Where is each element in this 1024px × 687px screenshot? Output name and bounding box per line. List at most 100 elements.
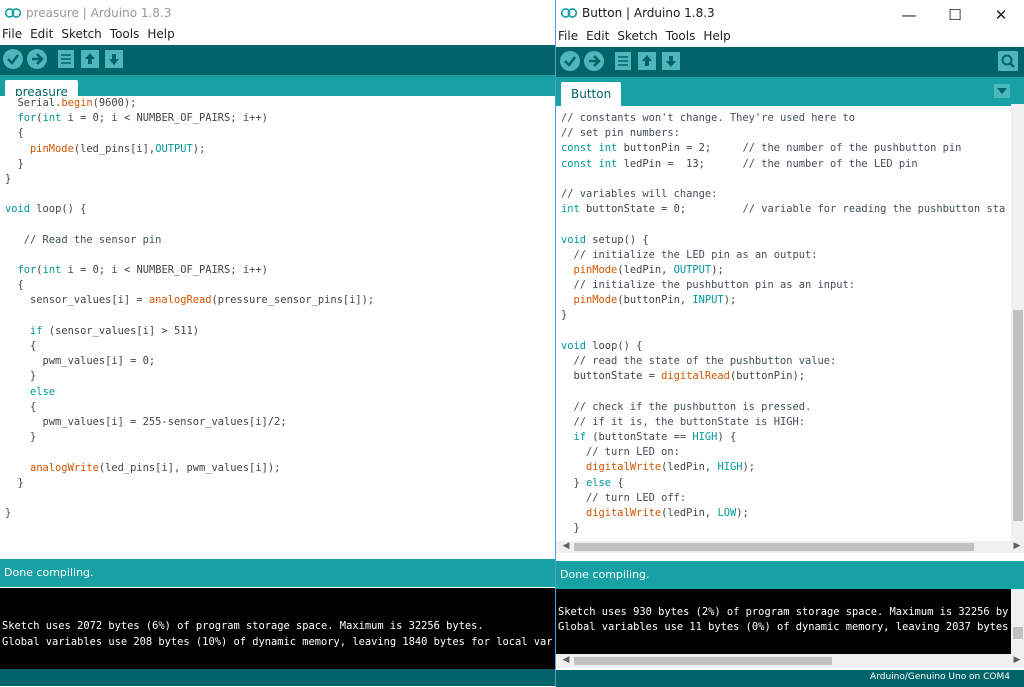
scrollbar-thumb[interactable] (1013, 627, 1023, 639)
code-line[interactable]: } (0, 506, 555, 521)
code-line[interactable] (0, 309, 555, 324)
code-line[interactable]: if (sensor_values[i] > 511) (0, 324, 555, 339)
code-line[interactable]: void loop() { (556, 339, 1011, 354)
code-line[interactable]: const int ledPin = 13; // the number of … (556, 157, 1011, 172)
editor-horizontal-scrollbar[interactable]: ◀ ▶ (556, 541, 1024, 553)
code-line[interactable]: { (0, 278, 555, 293)
scroll-right-icon[interactable]: ▶ (1009, 655, 1024, 665)
upload-icon[interactable] (584, 51, 604, 71)
menu-file[interactable]: File (558, 29, 578, 43)
menu-tools[interactable]: Tools (666, 29, 696, 43)
code-line[interactable] (0, 491, 555, 506)
code-line[interactable] (556, 384, 1011, 399)
code-line[interactable]: pinMode(led_pins[i],OUTPUT); (0, 142, 555, 157)
new-icon[interactable] (613, 51, 633, 71)
code-line[interactable]: const int buttonPin = 2; // the number o… (556, 141, 1011, 156)
code-line[interactable] (0, 248, 555, 263)
code-line[interactable]: // initialize the pushbutton pin as an i… (556, 278, 1011, 293)
code-line[interactable] (0, 218, 555, 233)
code-line[interactable]: } (556, 308, 1011, 323)
code-line[interactable]: // if it is, the buttonState is HIGH: (556, 415, 1011, 430)
verify-icon[interactable] (560, 51, 580, 71)
tab-menu-chevron-icon[interactable] (994, 84, 1010, 98)
code-line[interactable]: void loop() { (0, 202, 555, 217)
code-line[interactable]: } (556, 521, 1011, 536)
code-line[interactable] (556, 324, 1011, 339)
code-line[interactable]: // check if the pushbutton is pressed. (556, 400, 1011, 415)
code-line[interactable]: if (buttonState == HIGH) { (556, 430, 1011, 445)
console-horizontal-scrollbar[interactable]: ◀ ▶ (556, 654, 1024, 668)
code-line[interactable]: sensor_values[i] = analogRead(pressure_s… (0, 293, 555, 308)
menu-edit[interactable]: Edit (586, 29, 609, 43)
scroll-right-icon[interactable]: ▶ (1009, 541, 1024, 551)
code-line[interactable]: { (0, 400, 555, 415)
code-line[interactable]: else (0, 385, 555, 400)
code-line[interactable]: } else { (556, 476, 1011, 491)
code-line[interactable]: for(int i = 0; i < NUMBER_OF_PAIRS; i++) (0, 111, 555, 126)
code-line[interactable]: pwm_values[i] = 0; (0, 354, 555, 369)
scroll-left-icon[interactable]: ◀ (558, 655, 574, 665)
code-line[interactable]: pinMode(ledPin, OUTPUT); (556, 263, 1011, 278)
serial-monitor-icon[interactable] (998, 51, 1018, 71)
code-line[interactable]: for(int i = 0; i < NUMBER_OF_PAIRS; i++) (0, 263, 555, 278)
menu-sketch[interactable]: Sketch (617, 29, 657, 43)
code-line[interactable]: // variables will change: (556, 187, 1011, 202)
menu-file[interactable]: File (2, 27, 22, 41)
scrollbar-thumb[interactable] (574, 543, 974, 551)
console-line: Sketch uses 2072 bytes (6%) of program s… (2, 620, 484, 632)
code-line[interactable]: } (0, 369, 555, 384)
code-line[interactable]: } (0, 172, 555, 187)
code-line[interactable]: pwm_values[i] = 255-sensor_values[i]/2; (0, 415, 555, 430)
code-line[interactable]: { (0, 126, 555, 141)
minimize-button[interactable]: — (886, 0, 932, 30)
code-line[interactable]: // read the state of the pushbutton valu… (556, 354, 1011, 369)
code-line[interactable]: { (0, 339, 555, 354)
status-bar: Done compiling. (556, 561, 1024, 589)
code-line[interactable]: int buttonState = 0; // variable for rea… (556, 202, 1011, 217)
code-line[interactable]: } (0, 476, 555, 491)
code-editor[interactable]: Serial.begin(9600); for(int i = 0; i < N… (0, 96, 555, 548)
scroll-left-icon[interactable]: ◀ (558, 541, 574, 551)
scrollbar-thumb[interactable] (574, 657, 832, 665)
code-line[interactable]: buttonState = digitalRead(buttonPin); (556, 369, 1011, 384)
code-line[interactable]: // Read the sensor pin (0, 233, 555, 248)
menu-tools[interactable]: Tools (110, 27, 140, 41)
upload-icon[interactable] (27, 49, 47, 69)
menu-sketch[interactable]: Sketch (61, 27, 101, 41)
code-line[interactable]: void setup() { (556, 233, 1011, 248)
menu-help[interactable]: Help (703, 29, 730, 43)
menu-help[interactable]: Help (147, 27, 174, 41)
code-line[interactable] (0, 445, 555, 460)
code-line[interactable]: // set pin numbers: (556, 126, 1011, 141)
title-bar: Button | Arduino 1.8.3 — ☐ ✕ (556, 0, 1024, 27)
code-line[interactable]: digitalWrite(ledPin, LOW); (556, 506, 1011, 521)
code-line[interactable]: // initialize the LED pin as an output: (556, 248, 1011, 263)
code-line[interactable]: } (0, 430, 555, 445)
code-line[interactable]: // turn LED on: (556, 445, 1011, 460)
window-preasure: preasure | Arduino 1.8.3 File Edit Sketch T… (0, 0, 555, 687)
menu-edit[interactable]: Edit (30, 27, 53, 41)
tab-button[interactable]: Button (561, 82, 622, 106)
code-line[interactable]: pinMode(buttonPin, INPUT); (556, 293, 1011, 308)
code-line[interactable]: digitalWrite(ledPin, HIGH); (556, 460, 1011, 475)
close-button[interactable]: ✕ (978, 0, 1024, 30)
open-icon[interactable] (637, 51, 657, 71)
editor-vertical-scrollbar[interactable] (1011, 104, 1024, 541)
code-line[interactable]: } (0, 157, 555, 172)
code-line[interactable] (556, 172, 1011, 187)
code-editor[interactable]: // constants won't change. They're used … (556, 111, 1011, 541)
code-line[interactable]: // turn LED off: (556, 491, 1011, 506)
code-line[interactable]: Serial.begin(9600); (0, 96, 555, 111)
save-icon[interactable] (104, 49, 124, 69)
code-line[interactable] (0, 187, 555, 202)
maximize-button[interactable]: ☐ (932, 0, 978, 30)
code-line[interactable]: analogWrite(led_pins[i], pwm_values[i]); (0, 461, 555, 476)
scrollbar-thumb[interactable] (1013, 310, 1023, 521)
save-icon[interactable] (661, 51, 681, 71)
console-vertical-scrollbar[interactable] (1011, 589, 1024, 654)
code-line[interactable] (556, 217, 1011, 232)
new-icon[interactable] (56, 49, 76, 69)
open-icon[interactable] (80, 49, 100, 69)
code-line[interactable]: // constants won't change. They're used … (556, 111, 1011, 126)
verify-icon[interactable] (3, 49, 23, 69)
